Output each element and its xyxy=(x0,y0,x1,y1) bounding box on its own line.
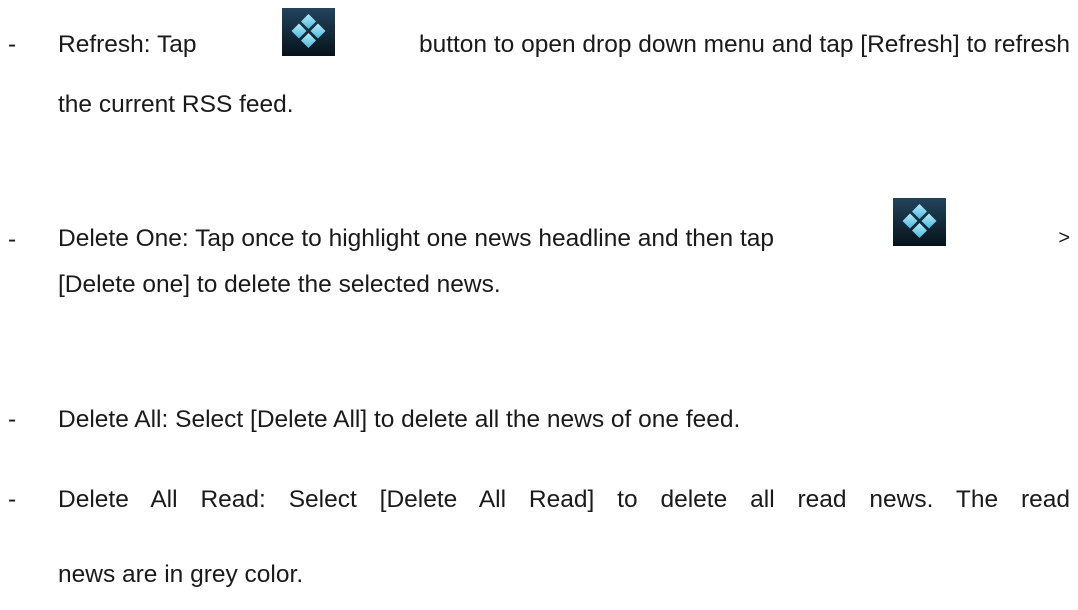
menu-diamond-icon xyxy=(282,8,336,56)
document-page: - Refresh: Tap button to open drop down … xyxy=(0,0,1078,610)
item-refresh-line-1: Refresh: Tap button to open drop down me… xyxy=(58,8,1070,74)
bullet-dash: - xyxy=(8,226,17,253)
item-delete-one-line-2: [Delete one] to delete the selected news… xyxy=(58,271,501,298)
refresh-text-before-icon: Refresh: Tap xyxy=(58,30,197,58)
item-refresh-line-2: the current RSS feed. xyxy=(58,91,294,118)
item-delete-all-read-line-2: news are in grey color. xyxy=(58,561,304,588)
refresh-text-after-icon: button to open drop down menu and tap [R… xyxy=(418,30,1070,58)
bullet-dash: - xyxy=(8,406,17,433)
delete-one-text-after-icon: > xyxy=(1058,227,1070,249)
bullet-dash: - xyxy=(8,31,17,58)
menu-diamond-icon xyxy=(892,198,946,246)
item-delete-all-line-1: Delete All: Select [Delete All] to delet… xyxy=(58,406,741,433)
item-delete-one-line-1: Delete One: Tap once to highlight one ne… xyxy=(58,194,1070,254)
item-delete-all-read-line-1: Delete All Read: Select [Delete All Read… xyxy=(58,486,1070,513)
bullet-dash: - xyxy=(8,486,17,513)
delete-one-text-before-icon: Delete One: Tap once to highlight one ne… xyxy=(58,225,775,252)
